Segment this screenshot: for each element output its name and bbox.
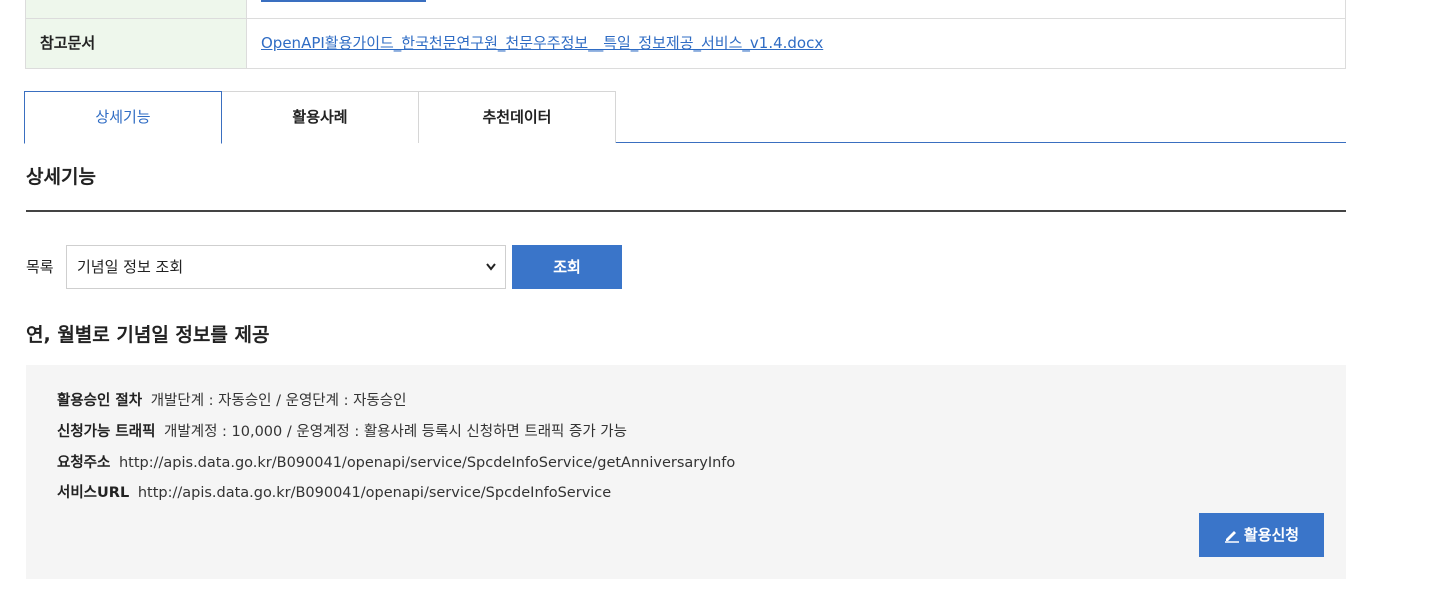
traffic-value: 개발계정 : 10,000 / 운영계정 : 활용사례 등록시 신청하면 트래픽… bbox=[164, 424, 627, 440]
approval-line: 활용승인 절차 개발단계 : 자동승인 / 운영단계 : 자동승인 bbox=[57, 389, 406, 410]
approval-key: 활용승인 절차 bbox=[57, 393, 143, 409]
reference-row: 참고문서 OpenAPI활용가이드_한국천문연구원_천문우주정보__특일_정보제… bbox=[26, 19, 1345, 68]
approval-value: 개발단계 : 자동승인 / 운영단계 : 자동승인 bbox=[150, 393, 407, 409]
request-url-value: http://apis.data.go.kr/B090041/openapi/s… bbox=[118, 455, 736, 471]
query-button[interactable]: 조회 bbox=[512, 245, 622, 289]
service-url-line: 서비스URL http://apis.data.go.kr/B090041/op… bbox=[57, 481, 611, 502]
reference-label: 참고문서 bbox=[26, 19, 247, 68]
detail-tabs: 상세기능 활용사례 추천데이터 bbox=[24, 91, 1346, 144]
traffic-line: 신청가능 트래픽 개발계정 : 10,000 / 운영계정 : 활용사례 등록시… bbox=[57, 420, 627, 441]
list-label: 목록 bbox=[26, 258, 54, 276]
reference-doc-link[interactable]: OpenAPI활용가이드_한국천문연구원_천문우주정보__특일_정보제공_서비스… bbox=[261, 34, 823, 52]
function-info-box: 활용승인 절차 개발단계 : 자동승인 / 운영단계 : 자동승인 신청가능 트… bbox=[26, 365, 1346, 579]
chevron-down-icon bbox=[485, 246, 497, 305]
section-title: 상세기능 bbox=[26, 166, 96, 188]
tab-use-cases[interactable]: 활용사례 bbox=[221, 91, 419, 143]
tab-detail-functions[interactable]: 상세기능 bbox=[24, 91, 222, 144]
service-url-key: 서비스URL bbox=[57, 485, 130, 501]
function-select-value: 기념일 정보 조회 bbox=[77, 258, 184, 276]
reference-row-previous-header bbox=[26, 0, 247, 18]
reference-table: 참고문서 OpenAPI활용가이드_한국천문연구원_천문우주정보__특일_정보제… bbox=[25, 0, 1346, 69]
apply-button-label: 활용신청 bbox=[1243, 526, 1300, 544]
reference-row-previous bbox=[26, 0, 1345, 19]
request-url-key: 요청주소 bbox=[57, 455, 111, 471]
service-url-value: http://apis.data.go.kr/B090041/openapi/s… bbox=[137, 485, 612, 501]
section-divider bbox=[26, 210, 1346, 212]
traffic-key: 신청가능 트래픽 bbox=[57, 424, 156, 440]
pencil-icon bbox=[1224, 526, 1244, 544]
apply-button[interactable]: 활용신청 bbox=[1199, 513, 1324, 557]
tab-recommended-data[interactable]: 추천데이터 bbox=[418, 91, 616, 143]
reference-value: OpenAPI활용가이드_한국천문연구원_천문우주정보__특일_정보제공_서비스… bbox=[261, 19, 823, 68]
request-url-line: 요청주소 http://apis.data.go.kr/B090041/open… bbox=[57, 451, 735, 472]
function-title: 연, 월별로 기념일 정보를 제공 bbox=[26, 324, 270, 346]
previous-link-fragment[interactable] bbox=[261, 0, 426, 2]
function-select[interactable]: 기념일 정보 조회 bbox=[66, 245, 506, 289]
